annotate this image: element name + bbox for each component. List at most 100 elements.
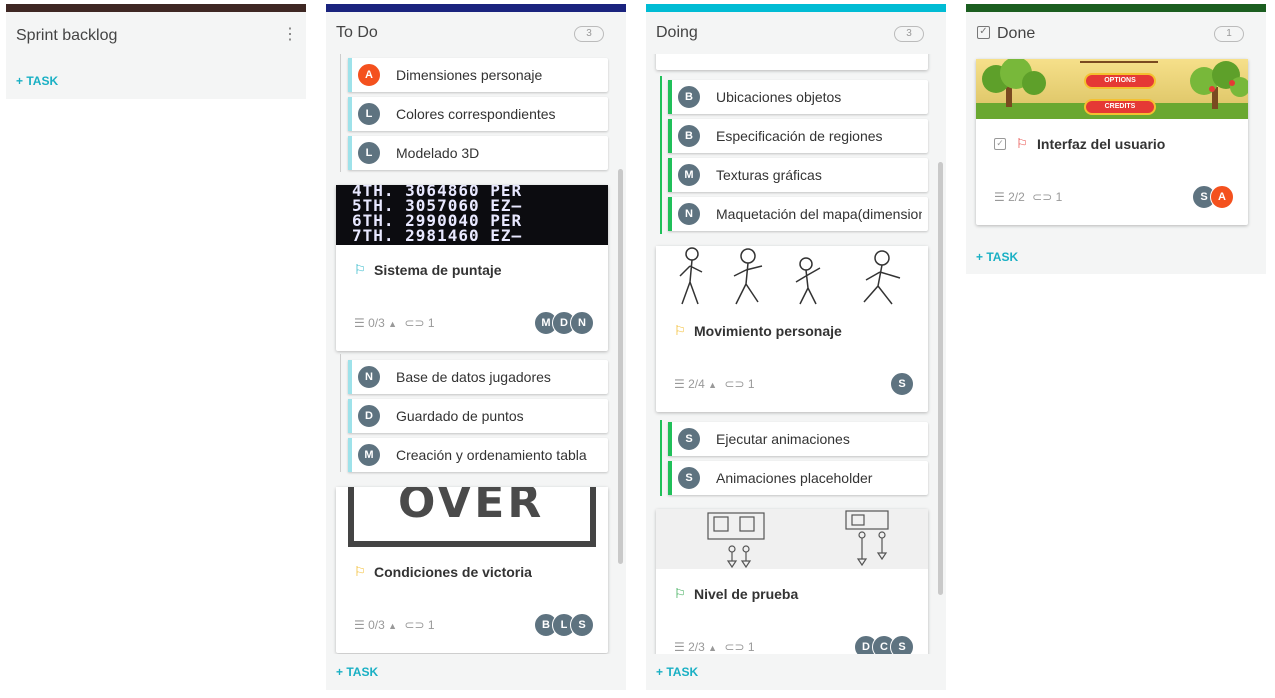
- attachment-icon: ⊂⊃: [1032, 190, 1053, 204]
- subtask-item[interactable]: N Base de datos jugadores: [348, 360, 608, 394]
- card-meta: ☰ 2/3 ▲ ⊂⊃ 1: [674, 640, 755, 654]
- flag-icon: ⚐: [674, 586, 686, 601]
- card-cover-image: OPTIONS CREDITS: [976, 59, 1248, 119]
- subtask-label: Guardado de puntos: [396, 408, 524, 424]
- subtask-label: Modelado 3D: [396, 145, 480, 161]
- subtask-label: Ubicaciones objetos: [716, 89, 842, 105]
- task-count-badge: 1: [1214, 26, 1244, 42]
- task-card[interactable]: ⚐ Nivel de prueba ☰ 2/3 ▲ ⊂⊃ 1 D C S: [656, 509, 928, 654]
- kanban-board: Sprint backlog ⋮ + TASK To Do 3 A Dimens…: [0, 0, 1275, 698]
- avatar: S: [890, 635, 914, 654]
- subtask-item[interactable]: D Guardado de puntos: [348, 399, 608, 433]
- done-check-icon: ✓: [977, 26, 990, 39]
- avatar: L: [357, 102, 381, 126]
- more-vert-icon[interactable]: ⋮: [282, 24, 298, 44]
- avatar: N: [570, 311, 594, 335]
- checklist-progress: 2/2: [1008, 190, 1025, 204]
- done-check-icon: ✓: [994, 138, 1006, 150]
- checklist-icon: ☰: [994, 190, 1005, 204]
- subtask-item[interactable]: B Ubicaciones objetos: [668, 80, 928, 114]
- task-card[interactable]: OVER ⚐ Condiciones de victoria ☰ 0/3 ▲ ⊂…: [336, 487, 608, 653]
- avatar: L: [357, 141, 381, 165]
- column-doing: Doing 3 B Ubicaciones objetos B Especifi…: [646, 4, 946, 690]
- attachment-count: 1: [427, 618, 435, 632]
- add-task-button[interactable]: + TASK: [336, 665, 378, 679]
- card-cover-image: [656, 246, 928, 306]
- subtask-item[interactable]: M Creación y ordenamiento tabla: [348, 438, 608, 472]
- avatar: B: [677, 124, 701, 148]
- column-color-bar: [6, 4, 306, 12]
- card-assignees: S: [890, 372, 914, 396]
- add-task-button[interactable]: + TASK: [16, 74, 58, 88]
- subtask-item[interactable]: S Ejecutar animaciones: [668, 422, 928, 456]
- expand-icon[interactable]: ▲: [388, 319, 397, 329]
- card-assignees: M D N: [534, 311, 594, 335]
- score-line: 7TH. 2981460 EZ–: [352, 226, 523, 245]
- attachment-icon: ⊂⊃: [724, 377, 745, 391]
- avatar: S: [677, 466, 701, 490]
- cover-text: OVER: [398, 487, 545, 528]
- checklist-icon: ☰: [354, 316, 365, 330]
- card-cover-image: [656, 509, 928, 569]
- subtask-label: Maquetación del mapa(dimensiones): [716, 206, 922, 222]
- avatar: M: [677, 163, 701, 187]
- subtask-item[interactable]: M Texturas gráficas: [668, 158, 928, 192]
- card-assignees: D C S: [854, 635, 914, 654]
- card-title: Movimiento personaje: [694, 323, 842, 339]
- subtask-label: Especificación de regiones: [716, 128, 883, 144]
- column-sprint-backlog: Sprint backlog ⋮ + TASK: [6, 4, 306, 99]
- avatar: S: [677, 427, 701, 451]
- attachment-count: 1: [747, 377, 755, 391]
- task-card[interactable]: [656, 54, 928, 70]
- add-task-button[interactable]: + TASK: [656, 665, 698, 679]
- subtask-label: Texturas gráficas: [716, 167, 822, 183]
- avatar: M: [357, 443, 381, 467]
- flag-icon: ⚐: [1016, 136, 1028, 151]
- avatar: S: [570, 613, 594, 637]
- subtask-label: Creación y ordenamiento tabla: [396, 447, 587, 463]
- checklist-progress: 2/4: [688, 377, 705, 391]
- subtask-item[interactable]: L Colores correspondientes: [348, 97, 608, 131]
- card-meta: ☰ 0/3 ▲ ⊂⊃ 1: [354, 316, 435, 330]
- checklist-progress: 0/3: [368, 618, 385, 632]
- subtask-label: Ejecutar animaciones: [716, 431, 850, 447]
- attachment-icon: ⊂⊃: [724, 640, 745, 654]
- task-card[interactable]: OPTIONS CREDITS ✓ ⚐ Interfaz del usuario…: [976, 59, 1248, 225]
- flag-icon: ⚐: [674, 323, 686, 338]
- card-assignees: B L S: [534, 613, 594, 637]
- attachment-count: 1: [747, 640, 755, 654]
- avatar: N: [357, 365, 381, 389]
- add-task-button[interactable]: + TASK: [976, 250, 1018, 264]
- task-count-badge: 3: [894, 26, 924, 42]
- task-card[interactable]: ⚐ Movimiento personaje ☰ 2/4 ▲ ⊂⊃ 1 S: [656, 246, 928, 412]
- scrollbar[interactable]: [938, 162, 943, 595]
- card-cover-image: OVER: [336, 487, 608, 547]
- checklist-icon: ☰: [674, 640, 685, 654]
- task-card[interactable]: 4TH. 3064860 PER 5TH. 3057060 EZ– 6TH. 2…: [336, 185, 608, 351]
- expand-icon[interactable]: ▲: [708, 380, 717, 390]
- attachment-icon: ⊂⊃: [404, 618, 425, 632]
- column-title: To Do: [336, 24, 378, 41]
- menu-button-credits: CREDITS: [1084, 99, 1156, 115]
- subtask-label: Animaciones placeholder: [716, 470, 873, 486]
- subtask-connector: [340, 354, 341, 472]
- checklist-icon: ☰: [674, 377, 685, 391]
- subtask-item[interactable]: B Especificación de regiones: [668, 119, 928, 153]
- subtask-item[interactable]: N Maquetación del mapa(dimensiones): [668, 197, 928, 231]
- card-cover-image: 4TH. 3064860 PER 5TH. 3057060 EZ– 6TH. 2…: [336, 185, 608, 245]
- expand-icon[interactable]: ▲: [388, 621, 397, 631]
- subtask-item[interactable]: S Animaciones placeholder: [668, 461, 928, 495]
- column-color-bar: [326, 4, 626, 12]
- subtask-label: Base de datos jugadores: [396, 369, 551, 385]
- subtask-item[interactable]: A Dimensiones personaje: [348, 58, 608, 92]
- expand-icon[interactable]: ▲: [708, 643, 717, 653]
- flag-icon: ⚐: [354, 262, 366, 277]
- attachment-count: 1: [427, 316, 435, 330]
- subtask-connector: [660, 76, 662, 234]
- column-done: ✓ Done 1 OPTIONS CREDITS ✓ ⚐ Interfaz de…: [966, 4, 1266, 274]
- card-assignees: S A: [1192, 185, 1234, 209]
- scrollbar[interactable]: [618, 169, 623, 564]
- avatar: D: [357, 404, 381, 428]
- subtask-item[interactable]: L Modelado 3D: [348, 136, 608, 170]
- card-title: Interfaz del usuario: [1037, 136, 1166, 152]
